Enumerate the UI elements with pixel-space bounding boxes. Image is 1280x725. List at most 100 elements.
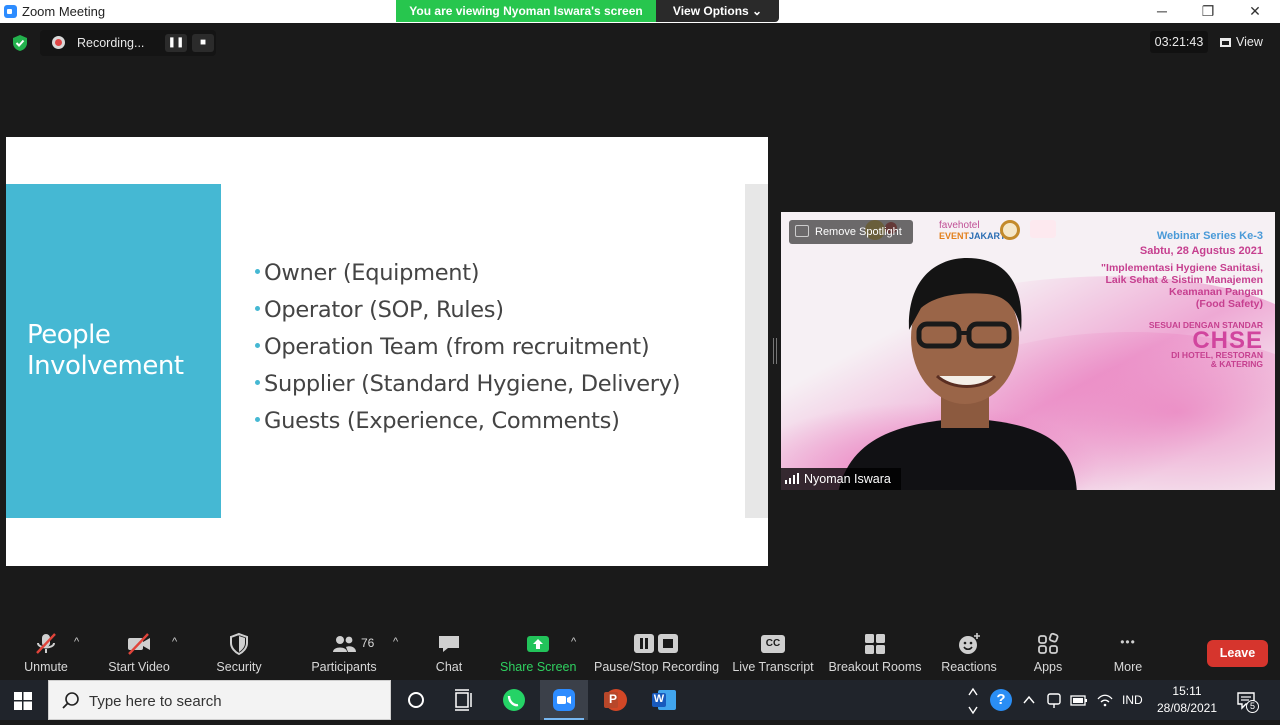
share-screen-button[interactable]: Share Screen <box>500 626 576 680</box>
slide-bullet: Supplier (Standard Hygiene, Delivery) <box>255 371 681 408</box>
search-placeholder: Type here to search <box>89 693 222 710</box>
webinar-series-text: Webinar Series Ke-3 <box>1156 230 1263 242</box>
live-transcript-button[interactable]: CC Live Transcript <box>732 626 814 680</box>
participant-name-tag: Nyoman Iswara <box>781 468 901 490</box>
zoom-icon <box>553 689 575 711</box>
windows-taskbar: Type here to search P W ? IND 15:11 28/0… <box>0 680 1280 720</box>
pause-stop-recording-button[interactable]: Pause/Stop Recording <box>594 626 719 680</box>
share-options-caret[interactable]: ^ <box>571 636 576 648</box>
more-label: More <box>1113 660 1143 674</box>
breakout-rooms-button[interactable]: Breakout Rooms <box>828 626 922 680</box>
whatsapp-taskbar-app[interactable] <box>490 680 538 720</box>
slide-bullet-text: Operator (SOP, Rules) <box>264 297 504 323</box>
reactions-button[interactable]: Reactions <box>938 626 1000 680</box>
action-center-button[interactable]: 5 <box>1236 690 1259 713</box>
show-hidden-icons-icon[interactable] <box>1022 693 1036 707</box>
wifi-icon[interactable] <box>1096 691 1114 709</box>
notification-count: 5 <box>1246 700 1259 713</box>
slide-bullet-text: Supplier (Standard Hygiene, Delivery) <box>264 371 681 397</box>
encryption-shield-icon[interactable] <box>12 35 28 51</box>
slide-title: People Involvement <box>27 320 184 381</box>
unmute-label: Unmute <box>24 660 68 674</box>
participants-label: Participants <box>311 660 377 674</box>
audio-options-caret[interactable]: ^ <box>74 636 79 648</box>
minimize-button[interactable]: ─ <box>1142 2 1182 21</box>
more-dots-icon: ••• <box>1120 635 1136 649</box>
sponsor-logo-icon <box>1030 220 1056 238</box>
shared-screen-slide: People Involvement Owner (Equipment) Ope… <box>6 137 768 566</box>
fave-text: favehotel <box>939 220 980 231</box>
stop-recording-button[interactable]: ■ <box>192 34 214 52</box>
webinar-topic-text: "Implementasi Hygiene Sanitasi, Laik Seh… <box>1101 262 1263 310</box>
participant-name: Nyoman Iswara <box>804 472 891 486</box>
share-banner: You are viewing Nyoman Iswara's screen <box>396 0 656 22</box>
more-button[interactable]: ••• More <box>1104 626 1152 680</box>
share-screen-icon <box>527 636 549 652</box>
participants-count: 76 <box>361 636 375 650</box>
task-view-button[interactable] <box>440 680 488 720</box>
slide-bullet-list: Owner (Equipment) Operator (SOP, Rules) … <box>255 260 681 445</box>
topic-line: "Implementasi Hygiene Sanitasi, <box>1101 262 1263 274</box>
windows-start-icon[interactable] <box>14 692 32 710</box>
breakout-rooms-label: Breakout Rooms <box>828 660 922 674</box>
spotlight-icon <box>795 225 809 237</box>
breakout-rooms-icon <box>865 634 885 654</box>
clock-date: 28/08/2021 <box>1156 701 1218 715</box>
taskbar-clock[interactable]: 15:11 28/08/2021 <box>1150 683 1224 717</box>
window-title: Zoom Meeting <box>22 4 106 19</box>
video-options-caret[interactable]: ^ <box>172 636 177 648</box>
powerpoint-taskbar-app[interactable]: P <box>590 680 638 720</box>
slide-bullet: Owner (Equipment) <box>255 260 680 297</box>
leave-button[interactable]: Leave <box>1207 640 1268 667</box>
restore-button[interactable]: ❐ <box>1188 2 1228 21</box>
slide-bullet: Operation Team (from recruitment) <box>255 334 680 371</box>
unmute-button[interactable]: Unmute <box>18 626 74 680</box>
battery-icon[interactable] <box>1070 692 1088 708</box>
clock-time: 15:11 <box>1172 684 1202 698</box>
chat-button[interactable]: Chat <box>426 626 472 680</box>
close-button[interactable]: ✕ <box>1235 2 1275 21</box>
start-video-button[interactable]: Start Video <box>104 626 174 680</box>
apps-label: Apps <box>1033 660 1063 674</box>
taskbar-search-box[interactable]: Type here to search <box>48 680 391 720</box>
recording-label: Recording... <box>77 36 145 50</box>
share-screen-label: Share Screen <box>500 660 577 674</box>
meeting-timer: 03:21:43 <box>1150 31 1208 53</box>
chse-scope-text: DI HOTEL, RESTORAN & KATERING <box>1171 351 1263 369</box>
reactions-label: Reactions <box>941 660 997 674</box>
bullet-dot-icon <box>255 417 260 422</box>
word-letter: W <box>653 693 665 705</box>
apps-button[interactable]: Apps <box>1024 626 1072 680</box>
network-drive-icon[interactable] <box>1046 691 1062 709</box>
security-shield-icon <box>230 632 248 656</box>
input-language[interactable]: IND <box>1122 693 1143 707</box>
remove-spotlight-label: Remove Spotlight <box>815 226 902 238</box>
slide-right-accent <box>745 184 768 518</box>
word-taskbar-app[interactable]: W <box>640 680 688 720</box>
security-button[interactable]: Security <box>210 626 268 680</box>
participants-button[interactable]: 76 Participants <box>306 626 382 680</box>
view-options-button[interactable]: View Options ⌄ <box>656 0 779 22</box>
participants-options-caret[interactable]: ^ <box>393 636 398 648</box>
closed-caption-icon: CC <box>761 635 785 653</box>
view-button[interactable]: View <box>1220 31 1263 53</box>
sponsor-seal-icon <box>1000 220 1020 240</box>
live-transcript-label: Live Transcript <box>732 660 814 674</box>
tray-scroll-icon[interactable] <box>966 683 980 717</box>
signal-strength-icon <box>785 473 799 484</box>
view-label: View <box>1236 35 1263 49</box>
split-view-handle[interactable] <box>773 338 777 364</box>
speaker-video-tile[interactable]: favehotel EVENTJAKARTA Remove Spotlight … <box>781 212 1275 490</box>
pause-recording-button[interactable]: ❚❚ <box>165 34 187 52</box>
bullet-dot-icon <box>255 306 260 311</box>
participants-icon <box>333 636 356 652</box>
topic-line: Keamanan Pangan <box>1169 286 1263 298</box>
task-view-icon <box>455 689 472 711</box>
help-icon[interactable]: ? <box>990 689 1012 711</box>
cortana-button[interactable] <box>392 680 440 720</box>
slide-bullet-text: Guests (Experience, Comments) <box>264 408 620 434</box>
topic-line: Laik Sehat & Sistim Manajemen <box>1105 274 1263 286</box>
scope-line: & KATERING <box>1210 359 1263 369</box>
reactions-smiley-icon <box>959 633 980 654</box>
zoom-taskbar-app[interactable] <box>540 680 588 720</box>
